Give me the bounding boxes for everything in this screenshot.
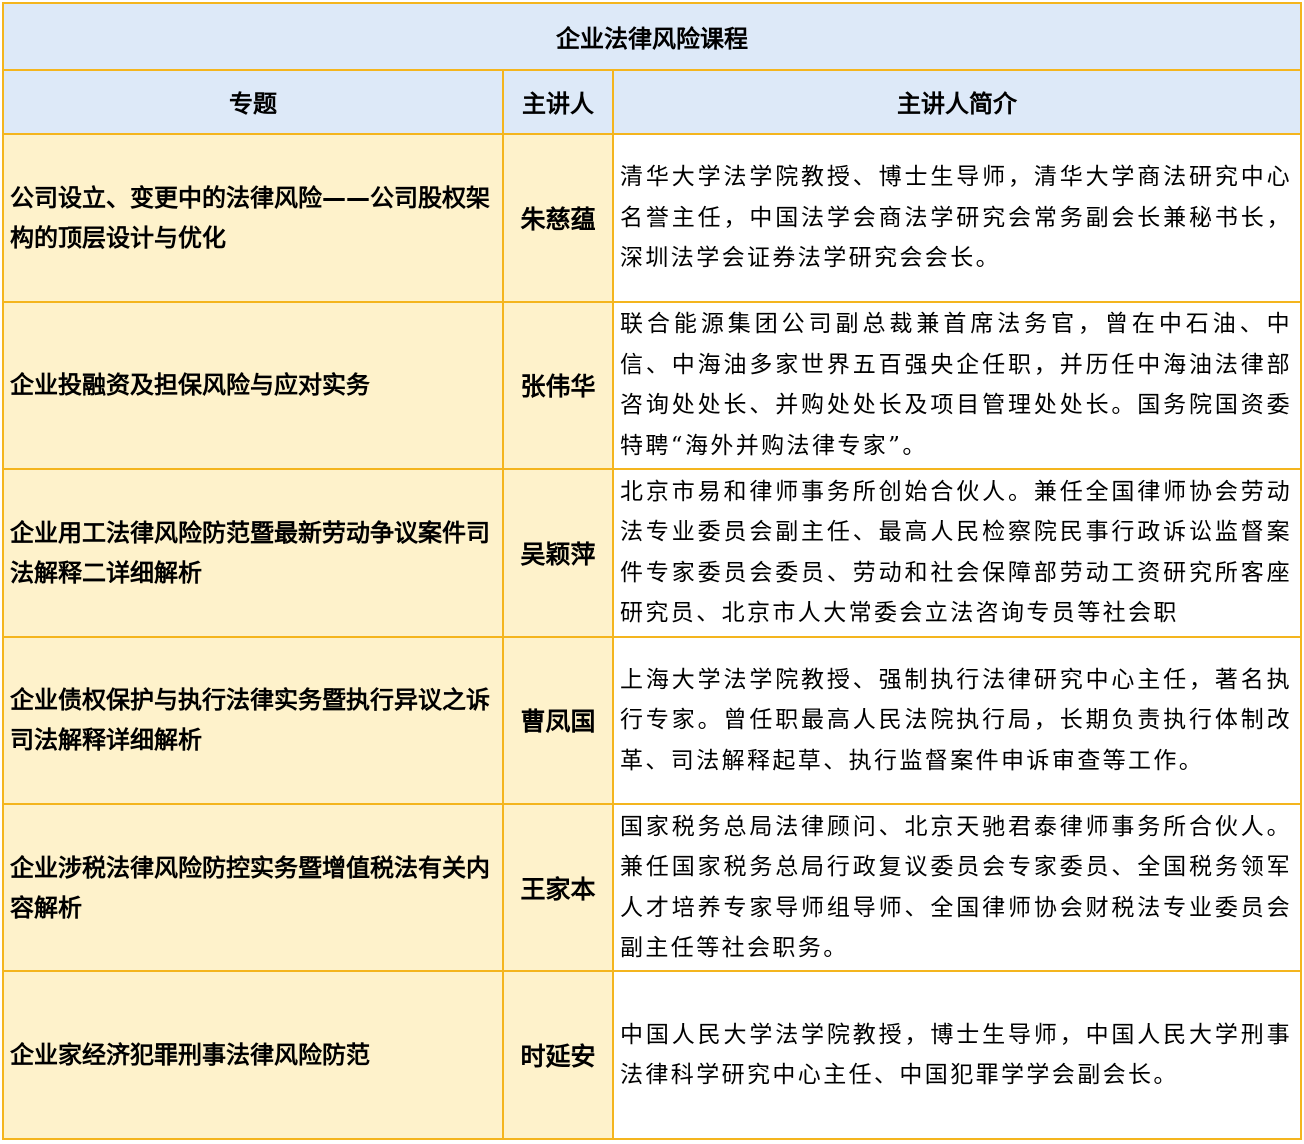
bio-cell: 清华大学法学院教授、博士生导师，清华大学商法研究中心名誉主任，中国法学会商法学研… (611, 133, 1303, 303)
bio-text: 清华大学法学院教授、博士生导师，清华大学商法研究中心名誉主任，中国法学会商法学研… (620, 164, 1293, 272)
course-table: 企业法律风险课程 专题 主讲人 主讲人简介 公司设立、变更中的法律风险——公司股… (1, 2, 1303, 1140)
bio-text: 中国人民大学法学院教授，博士生导师，中国人民大学刑事法律科学研究中心主任、中国犯… (620, 1021, 1293, 1089)
header-speaker: 主讲人 (502, 68, 614, 136)
topic-cell: 企业投融资及担保风险与应对实务 (2, 300, 504, 471)
topic-cell: 企业家经济犯罪刑事法律风险防范 (2, 970, 504, 1140)
table-title: 企业法律风险课程 (1, 2, 1303, 71)
bio-cell: 中国人民大学法学院教授，博士生导师，中国人民大学刑事法律科学研究中心主任、中国犯… (611, 970, 1303, 1140)
speaker-cell: 时延安 (502, 970, 614, 1140)
speaker-cell: 朱慈蕴 (502, 133, 614, 303)
bio-text: 上海大学法学院教授、强制执行法律研究中心主任，著名执行专家。曾任职最高人民法院执… (620, 666, 1293, 774)
speaker-cell: 王家本 (502, 803, 614, 973)
header-bio: 主讲人简介 (611, 68, 1303, 136)
bio-text: 北京市易和律师事务所创始合伙人。兼任全国律师协会劳动法专业委员会副主任、最高人民… (620, 478, 1293, 627)
table-row: 企业用工法律风险防范暨最新劳动争议案件司法解释二详细解析 吴颖萍 北京市易和律师… (2, 468, 1303, 638)
table-row: 企业家经济犯罪刑事法律风险防范 时延安 中国人民大学法学院教授，博士生导师，中国… (2, 970, 1303, 1140)
topic-cell: 企业涉税法律风险防控实务暨增值税法有关内容解析 (2, 803, 504, 973)
topic-cell: 公司设立、变更中的法律风险——公司股权架构的顶层设计与优化 (2, 133, 504, 303)
bio-cell: 联合能源集团公司副总裁兼首席法务官，曾在中石油、中信、中海油多家世界五百强央企任… (611, 300, 1303, 471)
table-row: 企业投融资及担保风险与应对实务 张伟华 联合能源集团公司副总裁兼首席法务官，曾在… (2, 300, 1303, 471)
bio-cell: 国家税务总局法律顾问、北京天驰君泰律师事务所合伙人。兼任国家税务总局行政复议委员… (611, 803, 1303, 973)
header-topic: 专题 (2, 68, 504, 136)
topic-cell: 企业用工法律风险防范暨最新劳动争议案件司法解释二详细解析 (2, 468, 504, 638)
bio-text: 国家税务总局法律顾问、北京天驰君泰律师事务所合伙人。兼任国家税务总局行政复议委员… (620, 813, 1293, 962)
speaker-cell: 曹凤国 (502, 635, 614, 806)
bio-cell: 上海大学法学院教授、强制执行法律研究中心主任，著名执行专家。曾任职最高人民法院执… (611, 635, 1303, 806)
speaker-cell: 吴颖萍 (502, 468, 614, 638)
table-row: 企业债权保护与执行法律实务暨执行异议之诉司法解释详细解析 曹凤国 上海大学法学院… (2, 635, 1303, 806)
table-row: 公司设立、变更中的法律风险——公司股权架构的顶层设计与优化 朱慈蕴 清华大学法学… (2, 133, 1303, 303)
bio-cell: 北京市易和律师事务所创始合伙人。兼任全国律师协会劳动法专业委员会副主任、最高人民… (611, 468, 1303, 638)
bio-text: 联合能源集团公司副总裁兼首席法务官，曾在中石油、中信、中海油多家世界五百强央企任… (620, 311, 1293, 459)
speaker-cell: 张伟华 (502, 300, 614, 471)
topic-cell: 企业债权保护与执行法律实务暨执行异议之诉司法解释详细解析 (2, 635, 504, 806)
table-row: 企业涉税法律风险防控实务暨增值税法有关内容解析 王家本 国家税务总局法律顾问、北… (2, 803, 1303, 973)
